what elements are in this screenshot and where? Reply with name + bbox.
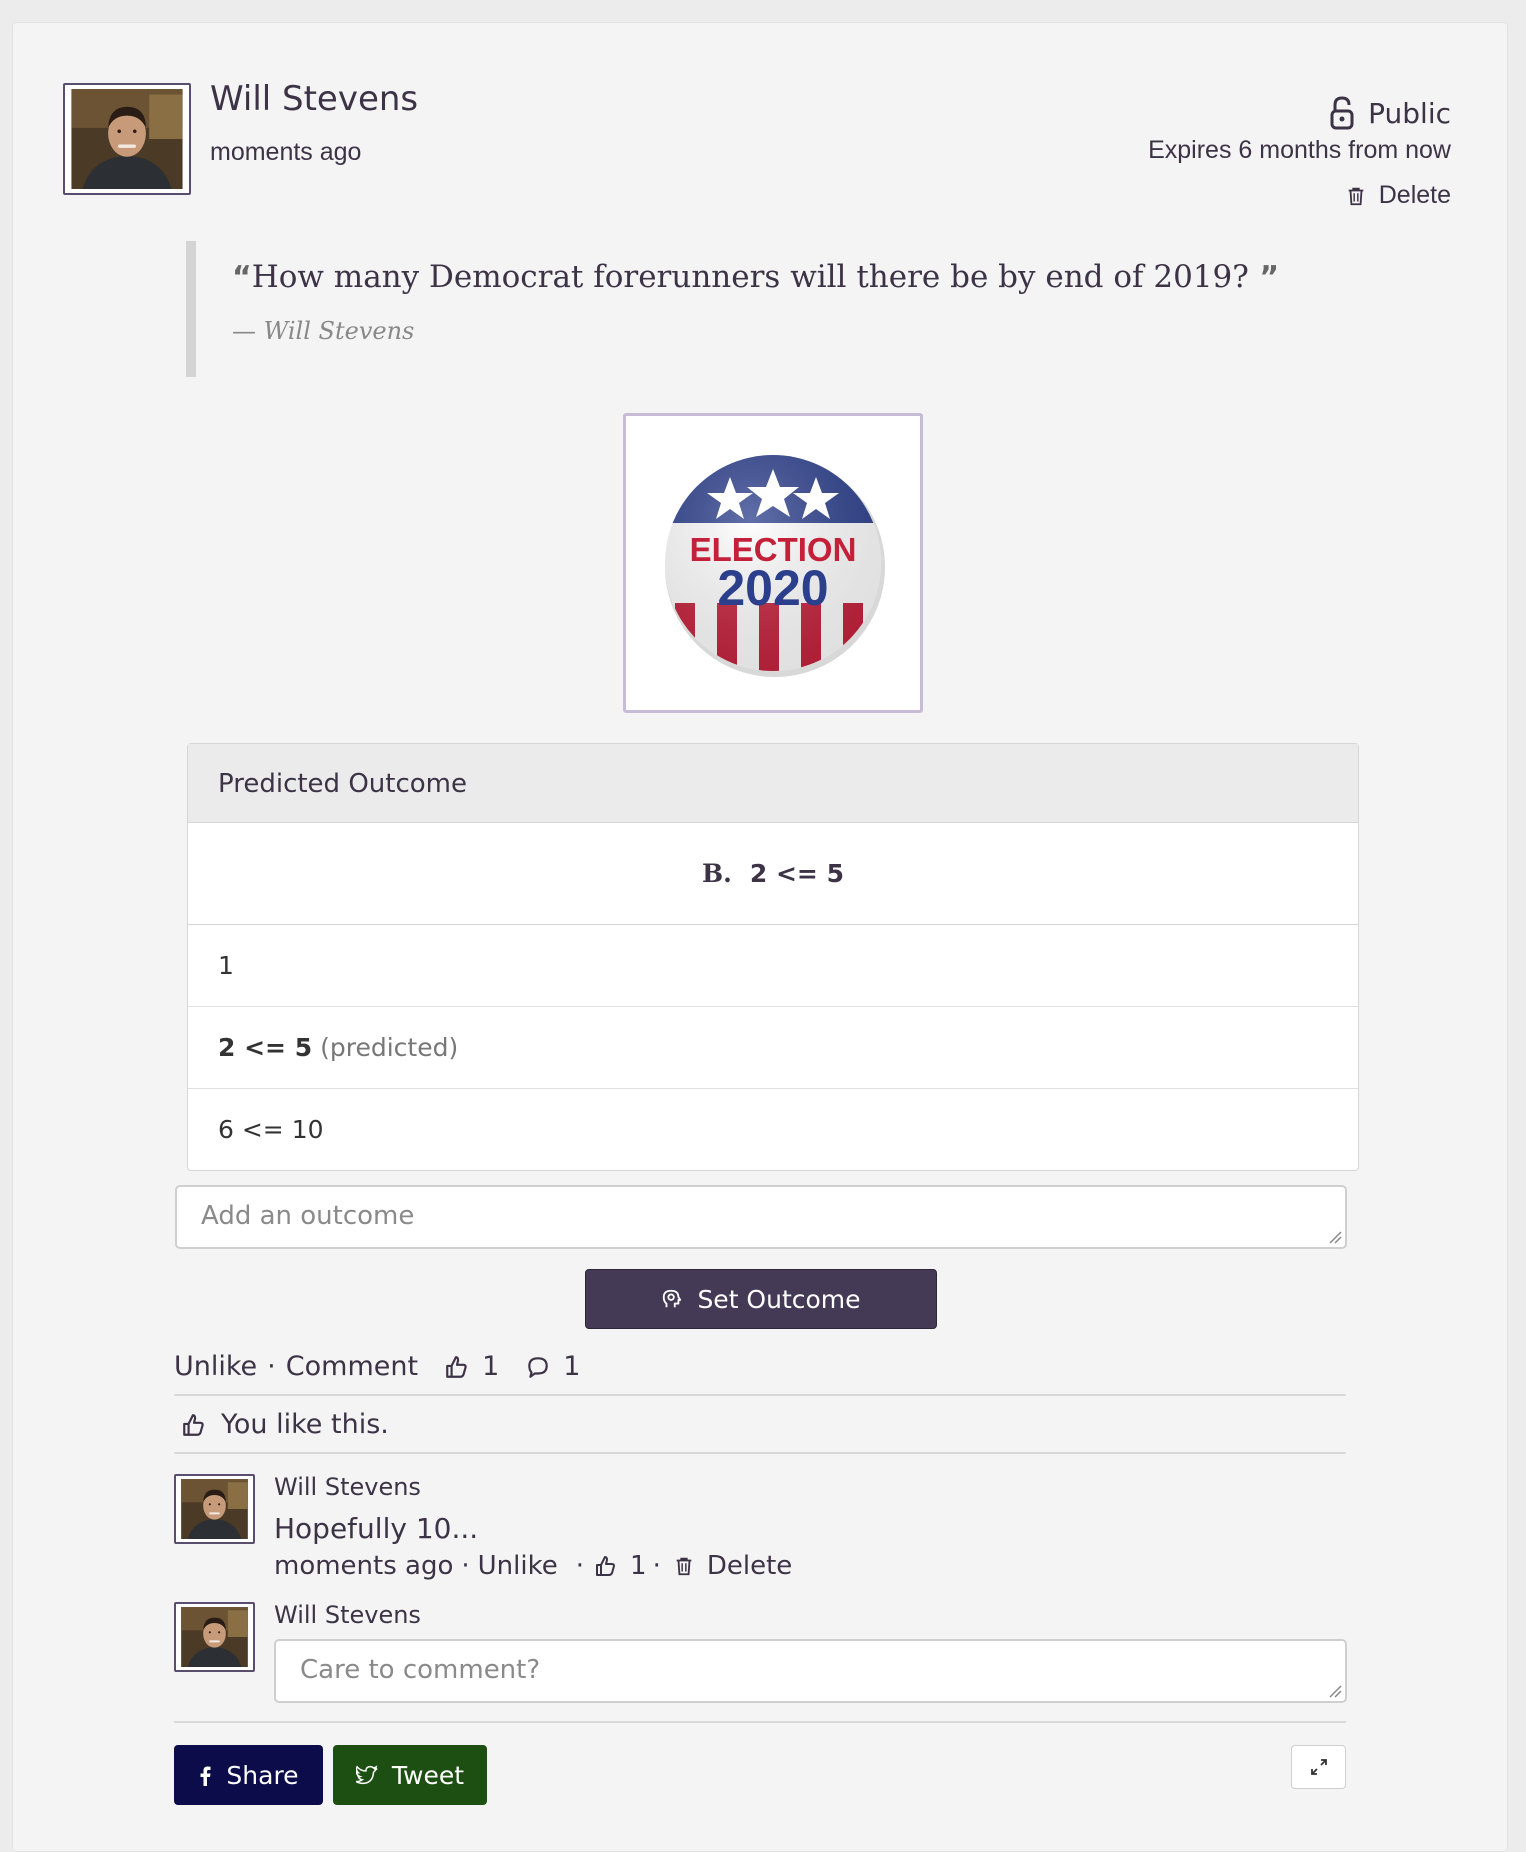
prediction-quote: “How many Democrat forerunners will ther… — [186, 241, 1279, 377]
like-count[interactable]: 1 — [482, 1351, 499, 1382]
outcome-option-value: 2 <= 5 — [218, 1033, 313, 1062]
add-outcome-input[interactable]: Add an outcome — [175, 1185, 1347, 1249]
visibility-status: Public — [1330, 96, 1451, 130]
comment-placeholder: Care to comment? — [300, 1655, 541, 1685]
unlock-icon — [1330, 96, 1354, 130]
expand-arrows-icon — [1310, 1759, 1327, 1775]
outcome-option-value: 6 <= 10 — [218, 1115, 324, 1144]
post-time: moments ago — [210, 138, 362, 166]
expires-text: Expires 6 months from now — [1148, 136, 1451, 164]
separator-dot: · — [461, 1551, 470, 1581]
unlike-link[interactable]: Unlike — [174, 1351, 257, 1382]
outcome-header: Predicted Outcome — [188, 744, 1358, 823]
set-outcome-label: Set Outcome — [697, 1284, 861, 1314]
separator-dot: · — [652, 1551, 661, 1581]
predicted-outcome: B. 2 <= 5 — [188, 823, 1358, 925]
resize-grip-icon[interactable] — [1328, 1684, 1342, 1698]
tweet-button[interactable]: Tweet — [333, 1745, 487, 1805]
trash-icon — [673, 1554, 695, 1578]
separator-dot: · — [575, 1551, 585, 1581]
comment-avatar[interactable] — [174, 1474, 255, 1544]
quote-text: “How many Democrat forerunners will ther… — [232, 259, 1279, 295]
you-like-label: You like this. — [221, 1409, 389, 1440]
tweet-label: Tweet — [391, 1760, 465, 1790]
outcome-option[interactable]: 6 <= 10 — [188, 1089, 1358, 1170]
comment-like-count[interactable]: 1 — [630, 1551, 647, 1581]
badge-line2: 2020 — [717, 560, 828, 616]
divider — [174, 1721, 1346, 1723]
commenter-photo — [179, 1479, 250, 1539]
thumbs-up-icon — [444, 1354, 470, 1380]
comment-meta: moments ago · Unlike · 1 · Delete — [274, 1551, 792, 1581]
facebook-icon — [200, 1766, 211, 1786]
comment-author[interactable]: Will Stevens — [274, 1473, 421, 1501]
resize-grip-icon[interactable] — [1328, 1230, 1342, 1244]
post-card: Will Stevens moments ago Public Expires … — [12, 22, 1508, 1852]
outcome-option-value: 1 — [218, 951, 234, 980]
election-badge-image: ELECTION 2020 — [665, 455, 885, 677]
quote-question: How many Democrat forerunners will there… — [251, 259, 1249, 295]
twitter-icon — [355, 1765, 378, 1785]
thumbs-up-icon — [594, 1554, 618, 1578]
share-label: Share — [226, 1760, 299, 1790]
delete-post-button[interactable]: Delete — [1345, 181, 1451, 210]
divider — [174, 1394, 1346, 1396]
outcome-option[interactable]: 1 — [188, 925, 1358, 1007]
new-comment-author[interactable]: Will Stevens — [274, 1601, 421, 1629]
head-gear-icon — [663, 1289, 682, 1308]
comment-link[interactable]: Comment — [286, 1351, 418, 1382]
comment-unlike-link[interactable]: Unlike — [478, 1551, 558, 1581]
comment-delete-link[interactable]: Delete — [707, 1551, 792, 1581]
you-like-text: You like this. — [181, 1409, 389, 1440]
divider — [174, 1452, 1346, 1454]
comment-bubble-icon — [525, 1354, 551, 1380]
thumbs-up-icon — [181, 1412, 207, 1438]
trash-icon — [1345, 184, 1367, 208]
comment-count[interactable]: 1 — [563, 1351, 580, 1382]
author-name[interactable]: Will Stevens — [210, 79, 418, 119]
outcome-option[interactable]: 2 <= 5 (predicted) — [188, 1007, 1358, 1089]
open-quote-icon: “ — [232, 260, 252, 295]
set-outcome-button[interactable]: Set Outcome — [585, 1269, 937, 1329]
predicted-value: 2 <= 5 — [749, 859, 844, 888]
quote-citation: — Will Stevens — [232, 317, 415, 345]
separator-dot: · — [267, 1351, 276, 1382]
comment-time: moments ago — [274, 1551, 454, 1581]
outcome-panel: Predicted Outcome B. 2 <= 5 1 2 <= 5 (pr… — [187, 743, 1359, 1171]
new-comment-avatar[interactable] — [174, 1602, 255, 1672]
predicted-letter: B. — [702, 859, 732, 888]
post-actions: Unlike · Comment 1 1 — [174, 1351, 580, 1382]
delete-label: Delete — [1378, 181, 1451, 209]
author-photo — [69, 89, 185, 189]
visibility-label: Public — [1368, 96, 1451, 130]
share-button[interactable]: Share — [174, 1745, 323, 1805]
post-image[interactable]: ELECTION 2020 — [623, 413, 923, 713]
author-avatar[interactable] — [63, 83, 191, 195]
close-quote-icon: ” — [1248, 260, 1280, 295]
comment-input[interactable]: Care to comment? — [274, 1639, 1347, 1703]
user-photo — [179, 1607, 250, 1667]
expand-button[interactable] — [1291, 1745, 1346, 1789]
outcome-option-note: (predicted) — [320, 1033, 459, 1062]
comment-text: Hopefully 10... — [274, 1512, 479, 1545]
add-outcome-placeholder: Add an outcome — [201, 1201, 415, 1231]
